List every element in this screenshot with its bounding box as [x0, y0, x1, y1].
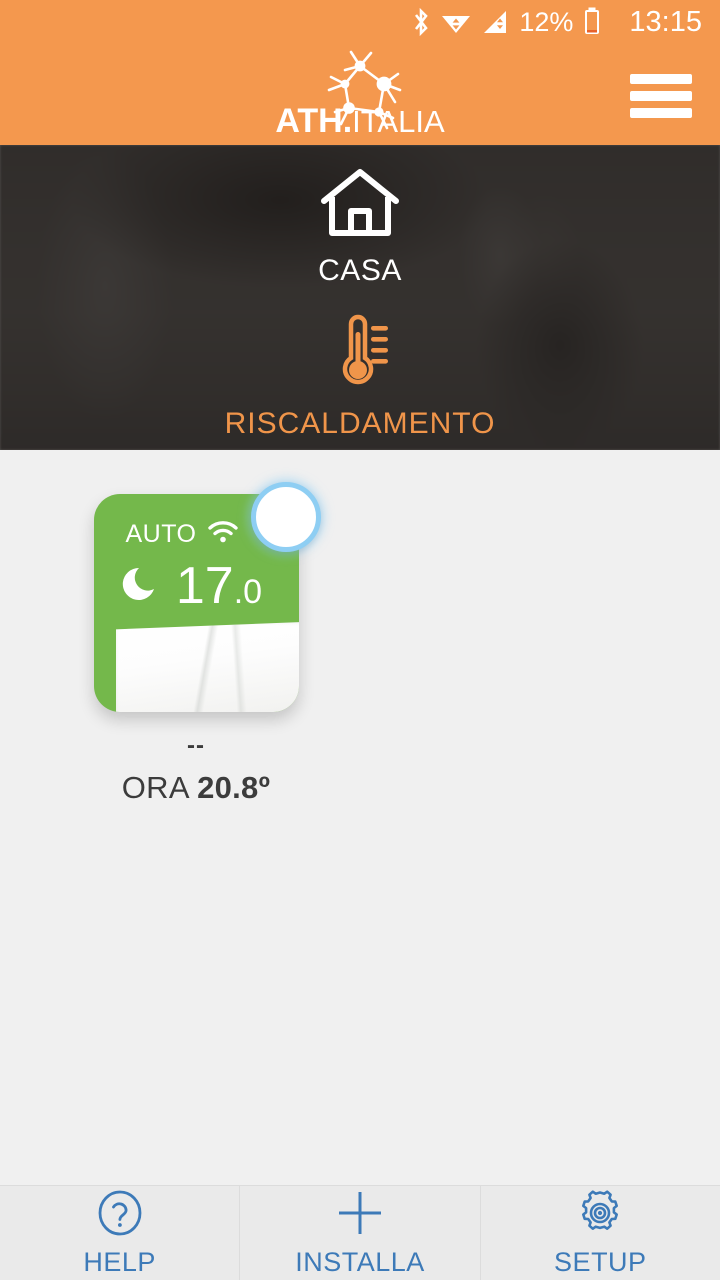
hamburger-bar: [630, 91, 692, 101]
hamburger-menu-icon[interactable]: [630, 74, 692, 118]
logo-sub-text: ITALIA: [352, 104, 445, 139]
nav-item-help[interactable]: HELP: [0, 1186, 241, 1280]
breadcrumb-home-label: CASA: [318, 254, 402, 287]
hero-content: CASA RISCALDAMENTO: [0, 145, 720, 450]
device-mode-label: AUTO: [125, 520, 197, 548]
app-screen: 12% 13:15 ATH.ITALIA CASA RISCALDAMENTO …: [0, 0, 720, 1280]
device-current-temperature: ORA 20.8º: [122, 770, 270, 806]
moon-icon: [120, 563, 162, 610]
cellular-signal-icon: [481, 9, 509, 35]
plus-icon: [334, 1188, 386, 1243]
device-current-value: 20.8º: [197, 770, 271, 805]
device-card[interactable]: AUTO 17 .0: [93, 482, 321, 712]
device-current-label: ORA: [121, 770, 189, 805]
logo-wordmark: ATH.ITALIA: [275, 104, 444, 144]
app-logo[interactable]: ATH.ITALIA: [245, 46, 475, 144]
battery-percent-label: 12%: [519, 6, 574, 37]
wifi-icon: [207, 520, 239, 549]
device-tile[interactable]: AUTO 17 .0 -- ORA 20.8º: [92, 482, 321, 806]
app-header: ATH.ITALIA: [0, 44, 720, 145]
logo-main-text: ATH: [275, 102, 343, 140]
breadcrumb-home[interactable]: CASA: [318, 167, 402, 288]
question-circle-icon: [95, 1188, 145, 1243]
status-clock: 13:15: [629, 5, 702, 38]
bluetooth-icon: [411, 7, 431, 37]
nav-label-installa: INSTALLA: [295, 1247, 425, 1277]
gear-icon: [575, 1188, 625, 1243]
status-bar: 12% 13:15: [0, 0, 720, 44]
power-toggle-button[interactable]: [250, 482, 321, 552]
breadcrumb-heating-label: RISCALDAMENTO: [224, 407, 496, 440]
thermometer-icon: [329, 310, 391, 397]
hamburger-bar: [630, 74, 692, 84]
radiator-image: [115, 622, 299, 712]
nav-item-setup[interactable]: SETUP: [479, 1186, 720, 1280]
house-icon: [318, 167, 402, 244]
device-setpoint-decimal: .0: [233, 573, 263, 611]
battery-icon: [583, 7, 601, 37]
hero-banner: CASA RISCALDAMENTO: [0, 145, 720, 450]
device-setpoint: 17.0: [176, 560, 262, 612]
hamburger-bar: [630, 108, 692, 118]
bottom-navigation: HELP INSTALLA SETUP: [0, 1185, 720, 1280]
breadcrumb-heating[interactable]: RISCALDAMENTO: [225, 310, 496, 441]
nav-label-help: HELP: [83, 1247, 156, 1277]
device-setpoint-row: 17.0: [94, 560, 299, 612]
nav-label-setup: SETUP: [554, 1247, 647, 1277]
nav-item-installa[interactable]: INSTALLA: [240, 1186, 479, 1280]
device-name-label: --: [187, 732, 205, 759]
main-content: AUTO 17 .0 -- ORA 20.8º: [0, 450, 720, 1185]
wifi-icon: [441, 9, 471, 35]
device-setpoint-integer: 17: [175, 557, 234, 615]
logo-dot: .: [342, 102, 353, 140]
